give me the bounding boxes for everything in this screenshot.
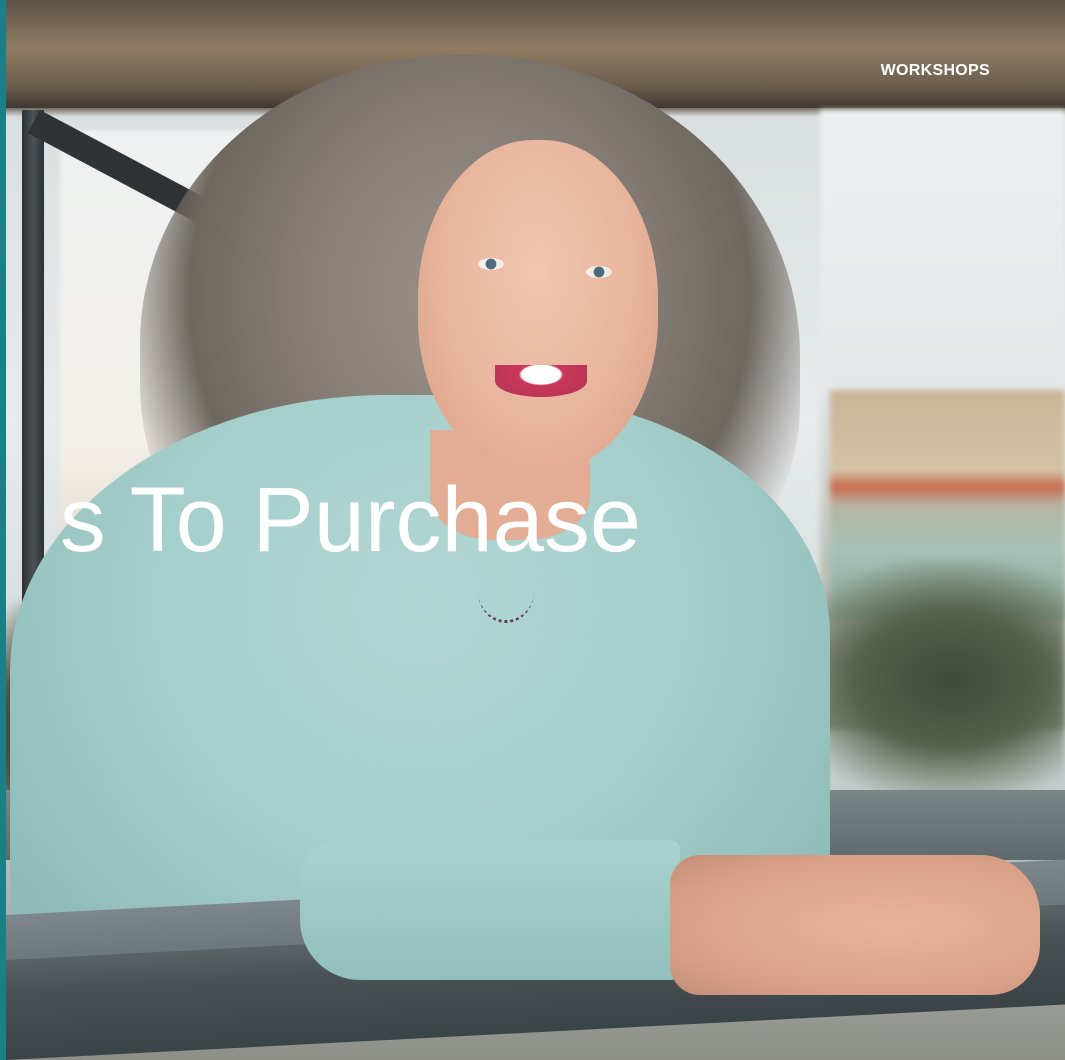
photo-person-left-eye	[478, 258, 504, 270]
page-title: s To Purchase	[59, 470, 641, 571]
photo-person-sleeve	[300, 840, 680, 980]
page: WORKSHOPS s To Purchase	[0, 0, 1065, 1060]
photo-person-hands	[670, 855, 1040, 995]
photo-person-smile	[495, 365, 587, 397]
headline-container: s To Purchase	[0, 470, 1065, 580]
photo-person-right-eye	[586, 266, 612, 278]
photo-person-face	[418, 140, 658, 470]
nav-link-workshops[interactable]: WORKSHOPS	[881, 62, 990, 80]
